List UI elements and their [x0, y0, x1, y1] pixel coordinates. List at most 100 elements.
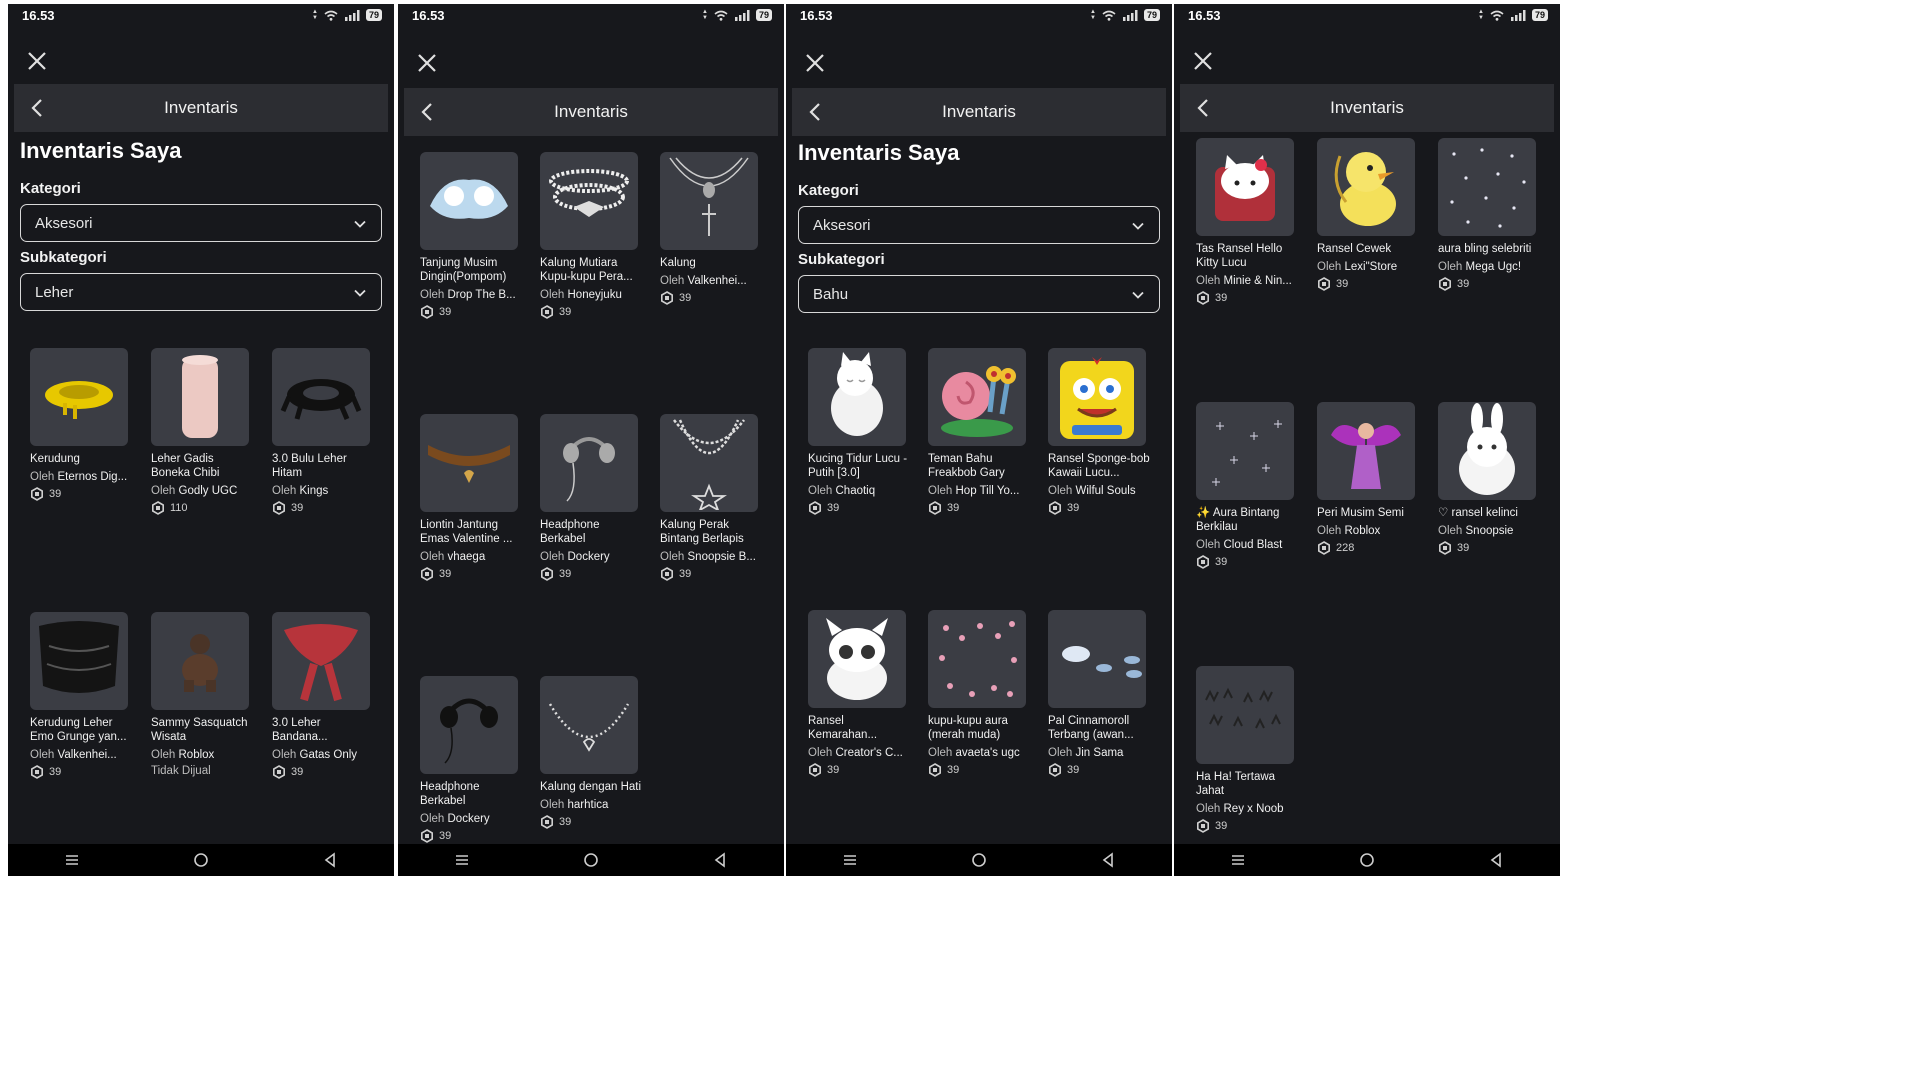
inventory-item[interactable]: Ha Ha! Tertawa Jahat Oleh Rey x Noob 39 [1196, 666, 1300, 833]
inventory-item[interactable]: 3.0 Leher Bandana... Oleh Gatas Only 39 [272, 612, 376, 779]
creator-name[interactable]: Dockery [568, 551, 610, 563]
inventory-item[interactable]: ✨ Aura Bintang Berkilau Oleh Cloud Blast… [1196, 402, 1300, 569]
status-icons: ▲ ▼ 79 [1090, 9, 1160, 21]
creator-name[interactable]: Kings [300, 485, 329, 497]
recent-apps-icon[interactable] [453, 851, 471, 869]
inventory-item[interactable]: Kucing Tidur Lucu - Putih [3.0] Oleh Cha… [808, 348, 912, 515]
inventory-item[interactable]: Tanjung Musim Dingin(Pompom) Oleh Drop T… [420, 152, 524, 319]
inventory-item[interactable]: Kalung Mutiara Kupu-kupu Pera... Oleh Ho… [540, 152, 644, 319]
creator-name[interactable]: Gatas Only [300, 749, 358, 761]
creator-name[interactable]: Rey x Noob [1224, 803, 1284, 815]
inventory-item[interactable]: Teman Bahu Freakbob Gary Oleh Hop Till Y… [928, 348, 1032, 515]
close-icon[interactable] [414, 50, 440, 76]
close-icon[interactable] [24, 48, 50, 74]
chevron-down-icon [354, 220, 366, 228]
robux-icon [1049, 763, 1061, 777]
header-title: Inventaris [1330, 98, 1404, 117]
inventory-item[interactable]: ♡ ransel kelinci Oleh Snoopsie 39 [1438, 402, 1542, 555]
category-dropdown[interactable]: Aksesori [20, 204, 382, 242]
inventory-item[interactable]: Tas Ransel Hello Kitty Lucu Oleh Minie &… [1196, 138, 1300, 305]
creator-name[interactable]: Jin Sama [1076, 747, 1124, 759]
inventory-item[interactable]: Kerudung Leher Emo Grunge yan... Oleh Va… [30, 612, 134, 779]
creator-name[interactable]: Drop The B... [448, 289, 516, 301]
close-icon[interactable] [802, 50, 828, 76]
item-creator: Oleh vhaega [420, 551, 524, 563]
subcategory-dropdown[interactable]: Leher [20, 273, 382, 311]
item-creator: Oleh Lexi"Store [1317, 261, 1421, 273]
creator-name[interactable]: Eternos Dig... [58, 471, 128, 483]
recent-apps-icon[interactable] [1229, 851, 1247, 869]
inventory-item[interactable]: Ransel Kemarahan... Oleh Creator's C... … [808, 610, 912, 777]
back-nav-icon[interactable] [321, 851, 339, 869]
inventory-item[interactable]: 3.0 Bulu Leher Hitam Oleh Kings 39 [272, 348, 376, 515]
back-arrow-icon[interactable] [26, 96, 50, 120]
back-arrow-icon[interactable] [804, 100, 828, 124]
creator-name[interactable]: avaeta's ugc [956, 747, 1020, 759]
inventory-item[interactable]: Leher Gadis Boneka Chibi Oleh Godly UGC … [151, 348, 255, 515]
creator-name[interactable]: Snoopsie [1466, 525, 1514, 537]
creator-name[interactable]: harhtica [568, 799, 609, 811]
creator-name[interactable]: Honeyjuku [568, 289, 622, 301]
creator-name[interactable]: Hop Till Yo... [956, 485, 1020, 497]
recent-apps-icon[interactable] [841, 851, 859, 869]
close-icon[interactable] [1190, 48, 1216, 74]
back-arrow-icon[interactable] [416, 100, 440, 124]
creator-name[interactable]: vhaega [448, 551, 486, 563]
inventory-item[interactable]: Ransel Cewek Oleh Lexi"Store 39 [1317, 138, 1421, 291]
creator-name[interactable]: Cloud Blast [1224, 539, 1283, 551]
inventory-item[interactable]: kupu-kupu aura (merah muda) Oleh avaeta'… [928, 610, 1032, 777]
by-prefix: Oleh [1048, 485, 1073, 497]
inventory-item[interactable]: Pal Cinnamoroll Terbang (awan... Oleh Ji… [1048, 610, 1152, 777]
item-name: 3.0 Bulu Leher Hitam [272, 453, 347, 479]
inventory-item[interactable]: Headphone Berkabel Oleh Dockery 39 [540, 414, 644, 581]
back-nav-icon[interactable] [711, 851, 729, 869]
robux-icon [273, 501, 285, 515]
inventory-item[interactable]: Headphone Berkabel Oleh Dockery 39 [420, 676, 524, 843]
inventory-item[interactable]: Liontin Jantung Emas Valentine ... Oleh … [420, 414, 524, 581]
inventory-item[interactable]: Sammy Sasquatch Wisata Oleh Roblox Tidak… [151, 612, 255, 777]
creator-name[interactable]: Snoopsie B... [688, 551, 756, 563]
creator-name[interactable]: Mega Ugc! [1466, 261, 1522, 273]
item-name: Kerudung Leher Emo Grunge yan... [30, 717, 127, 743]
back-nav-icon[interactable] [1099, 851, 1117, 869]
inventory-item[interactable]: Peri Musim Semi Oleh Roblox 228 [1317, 402, 1421, 555]
price-value: 39 [439, 306, 452, 318]
item-price: 39 [1048, 763, 1152, 777]
robux-icon [421, 567, 433, 581]
item-price: 39 [808, 763, 912, 777]
inventory-item[interactable]: Ransel Sponge-bob Kawaii Lucu... Oleh Wi… [1048, 348, 1152, 515]
creator-name[interactable]: Minie & Nin... [1224, 275, 1292, 287]
inventory-item[interactable]: Kalung Oleh Valkenhei... 39 [660, 152, 764, 305]
subcategory-dropdown[interactable]: Bahu [798, 275, 1160, 313]
inventory-item[interactable]: Kalung dengan Hati Oleh harhtica 39 [540, 676, 644, 829]
creator-name[interactable]: Wilful Souls [1076, 485, 1136, 497]
inventory-item[interactable]: Kerudung Oleh Eternos Dig... 39 [30, 348, 134, 501]
price-value: 39 [291, 766, 304, 778]
recent-apps-icon[interactable] [63, 851, 81, 869]
home-icon[interactable] [582, 851, 600, 869]
back-arrow-icon[interactable] [1192, 96, 1216, 120]
item-thumbnail [1438, 138, 1536, 236]
creator-name[interactable]: Creator's C... [836, 747, 903, 759]
category-dropdown[interactable]: Aksesori [798, 206, 1160, 244]
creator-name[interactable]: Valkenhei... [688, 275, 747, 287]
category-label: Kategori [20, 180, 81, 197]
creator-name[interactable]: Chaotiq [836, 485, 876, 497]
butterfly-aura-thumbnail [939, 621, 1017, 697]
price-value: 39 [1215, 292, 1228, 304]
home-icon[interactable] [1358, 851, 1376, 869]
back-nav-icon[interactable] [1487, 851, 1505, 869]
creator-name[interactable]: Roblox [1345, 525, 1381, 537]
item-creator: Oleh Snoopsie [1438, 525, 1542, 537]
creator-name[interactable]: Valkenhei... [58, 749, 117, 761]
creator-name[interactable]: Roblox [179, 749, 215, 761]
creator-name[interactable]: Lexi"Store [1345, 261, 1398, 273]
inventory-item[interactable]: aura bling selebriti Oleh Mega Ugc! 39 [1438, 138, 1542, 291]
inventory-item[interactable]: Kalung Perak Bintang Berlapis Oleh Snoop… [660, 414, 764, 581]
home-icon[interactable] [192, 851, 210, 869]
creator-name[interactable]: Dockery [448, 813, 490, 825]
creator-name[interactable]: Godly UGC [179, 485, 238, 497]
red-bandana-thumbnail [284, 624, 358, 702]
status-time: 16.53 [412, 8, 445, 23]
home-icon[interactable] [970, 851, 988, 869]
